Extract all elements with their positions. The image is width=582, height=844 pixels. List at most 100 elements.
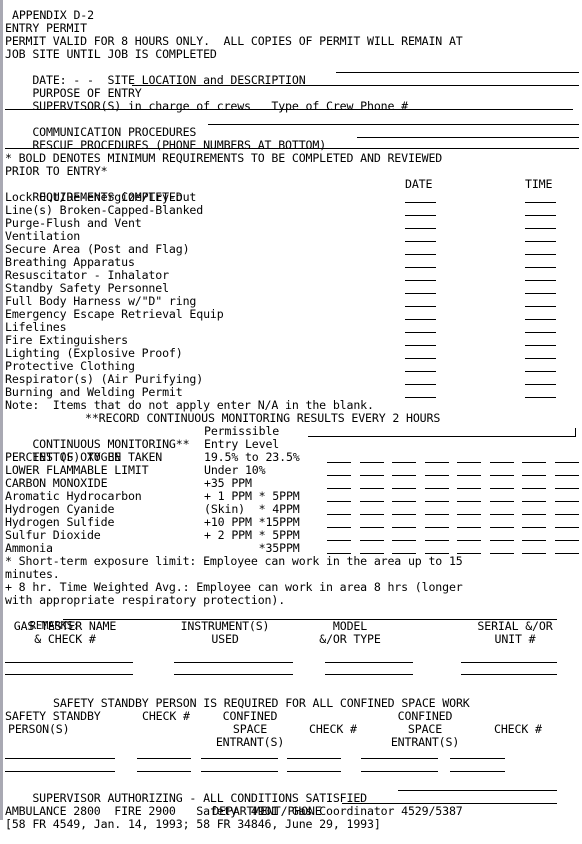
test-reading-blank[interactable] [554, 514, 579, 515]
test-reading-blank[interactable] [457, 488, 481, 489]
gas-tester-name-field-2[interactable] [5, 674, 133, 675]
entrant-1-check-field-2[interactable] [287, 771, 341, 772]
test-reading-blank[interactable] [359, 540, 384, 541]
standby-check-field-2[interactable] [137, 771, 191, 772]
purpose-field[interactable] [132, 85, 579, 86]
test-reading-blank[interactable] [489, 475, 514, 476]
test-reading-blank[interactable] [327, 540, 351, 541]
test-reading-blank[interactable] [522, 501, 546, 502]
entrant-2-field-1[interactable] [361, 758, 438, 759]
monitoring-time-field[interactable] [308, 436, 576, 437]
test-reading-blank[interactable] [327, 462, 351, 463]
requirement-date-blank[interactable] [405, 293, 436, 294]
test-reading-blank[interactable] [392, 540, 416, 541]
requirement-time-blank[interactable] [525, 319, 556, 320]
communication-field[interactable] [208, 124, 579, 125]
test-reading-blank[interactable] [554, 540, 579, 541]
gas-tester-name-field-1[interactable] [5, 662, 133, 663]
site-description-field[interactable] [336, 72, 579, 73]
test-reading-blank[interactable] [554, 475, 579, 476]
requirement-date-blank[interactable] [405, 241, 436, 242]
test-reading-blank[interactable] [359, 488, 384, 489]
test-reading-blank[interactable] [522, 488, 546, 489]
test-reading-blank[interactable] [359, 475, 384, 476]
requirement-time-blank[interactable] [525, 345, 556, 346]
test-reading-blank[interactable] [327, 488, 351, 489]
requirement-time-blank[interactable] [525, 254, 556, 255]
requirement-date-blank[interactable] [405, 267, 436, 268]
entrant-2-check-field-1[interactable] [450, 758, 505, 759]
test-reading-blank[interactable] [359, 527, 384, 528]
test-reading-blank[interactable] [424, 501, 449, 502]
requirement-time-blank[interactable] [525, 332, 556, 333]
test-reading-blank[interactable] [489, 501, 514, 502]
requirement-date-blank[interactable] [405, 358, 436, 359]
requirement-time-blank[interactable] [525, 267, 556, 268]
test-reading-blank[interactable] [457, 527, 481, 528]
requirement-date-blank[interactable] [405, 215, 436, 216]
test-reading-blank[interactable] [457, 514, 481, 515]
test-reading-blank[interactable] [522, 514, 546, 515]
test-reading-blank[interactable] [489, 553, 514, 554]
requirement-time-blank[interactable] [525, 241, 556, 242]
test-reading-blank[interactable] [522, 553, 546, 554]
serial-field-1[interactable] [461, 662, 557, 663]
test-reading-blank[interactable] [489, 488, 514, 489]
requirement-date-blank[interactable] [405, 254, 436, 255]
requirement-time-blank[interactable] [525, 215, 556, 216]
model-field-2[interactable] [325, 674, 413, 675]
test-reading-blank[interactable] [457, 501, 481, 502]
rescue-extra-field[interactable] [5, 148, 579, 149]
requirement-date-blank[interactable] [405, 319, 436, 320]
instrument-field-2[interactable] [174, 674, 293, 675]
test-reading-blank[interactable] [554, 462, 579, 463]
requirement-date-blank[interactable] [405, 332, 436, 333]
requirement-time-blank[interactable] [525, 202, 556, 203]
test-reading-blank[interactable] [554, 553, 579, 554]
instrument-field-1[interactable] [174, 662, 293, 663]
test-reading-blank[interactable] [457, 475, 481, 476]
test-reading-blank[interactable] [392, 501, 416, 502]
test-reading-blank[interactable] [392, 527, 416, 528]
serial-field-2[interactable] [461, 674, 557, 675]
test-reading-blank[interactable] [392, 514, 416, 515]
requirement-date-blank[interactable] [405, 397, 436, 398]
test-reading-blank[interactable] [392, 462, 416, 463]
test-reading-blank[interactable] [359, 514, 384, 515]
requirement-date-blank[interactable] [405, 371, 436, 372]
test-reading-blank[interactable] [327, 501, 351, 502]
test-reading-blank[interactable] [489, 540, 514, 541]
requirement-time-blank[interactable] [525, 371, 556, 372]
test-reading-blank[interactable] [327, 514, 351, 515]
requirement-date-blank[interactable] [405, 280, 436, 281]
requirement-time-blank[interactable] [525, 384, 556, 385]
test-reading-blank[interactable] [424, 488, 449, 489]
test-reading-blank[interactable] [424, 475, 449, 476]
test-reading-blank[interactable] [392, 488, 416, 489]
supervisor-field[interactable] [5, 109, 573, 110]
requirement-date-blank[interactable] [405, 306, 436, 307]
entrant-1-check-field-1[interactable] [287, 758, 341, 759]
standby-check-field-1[interactable] [137, 758, 191, 759]
test-reading-blank[interactable] [359, 462, 384, 463]
entrant-2-field-2[interactable] [361, 771, 438, 772]
standby-person-field-2[interactable] [5, 771, 115, 772]
supervisor-authorizing-field[interactable] [398, 790, 557, 791]
test-reading-blank[interactable] [554, 527, 579, 528]
requirement-date-blank[interactable] [405, 384, 436, 385]
test-reading-blank[interactable] [359, 501, 384, 502]
entrant-1-field-2[interactable] [201, 771, 278, 772]
test-reading-blank[interactable] [424, 514, 449, 515]
requirement-time-blank[interactable] [525, 228, 556, 229]
test-reading-blank[interactable] [522, 540, 546, 541]
test-reading-blank[interactable] [327, 527, 351, 528]
requirement-time-blank[interactable] [525, 280, 556, 281]
test-reading-blank[interactable] [554, 501, 579, 502]
test-reading-blank[interactable] [424, 540, 449, 541]
test-reading-blank[interactable] [554, 488, 579, 489]
requirement-date-blank[interactable] [405, 202, 436, 203]
test-reading-blank[interactable] [457, 462, 481, 463]
test-reading-blank[interactable] [522, 475, 546, 476]
requirement-date-blank[interactable] [405, 345, 436, 346]
test-reading-blank[interactable] [392, 475, 416, 476]
